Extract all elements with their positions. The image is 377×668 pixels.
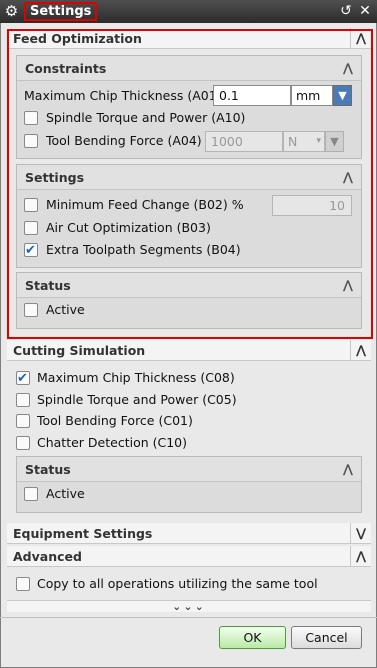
chevron-up-icon[interactable]: ⋀ — [350, 340, 371, 361]
group-cs-status-header[interactable]: Status ⋀ — [17, 457, 361, 482]
more-chevrons-icon[interactable]: ⌄⌄⌄ — [7, 600, 371, 613]
reset-icon[interactable]: ↺ — [338, 3, 354, 20]
window-title: Settings — [24, 2, 98, 21]
cs-item-label: Tool Bending Force (C01) — [37, 413, 193, 428]
cs-tool-bending-checkbox[interactable] — [16, 414, 30, 428]
group-title: Status — [25, 462, 71, 477]
footer-divider — [0, 617, 377, 618]
section-advanced-header[interactable]: Advanced ⋀ — [7, 546, 371, 567]
cancel-button[interactable]: Cancel — [291, 626, 362, 649]
cs-item-label: Spindle Torque and Power (C05) — [37, 392, 237, 407]
chevron-down-icon[interactable]: ⋁ — [350, 523, 371, 544]
chevron-up-icon[interactable]: ⋀ — [350, 546, 371, 567]
feed-optimization-highlight — [7, 29, 373, 339]
close-icon[interactable]: ✕ — [357, 3, 373, 20]
cs-max-chip-checkbox[interactable] — [16, 369, 30, 389]
ok-button[interactable]: OK — [219, 626, 286, 649]
section-equipment-settings-header[interactable]: Equipment Settings ⋁ — [7, 523, 371, 544]
cs-chatter-checkbox[interactable] — [16, 436, 30, 450]
cs-spindle-checkbox[interactable] — [16, 393, 30, 407]
copy-all-checkbox[interactable] — [16, 577, 30, 591]
section-title: Cutting Simulation — [13, 343, 146, 358]
copy-all-label: Copy to all operations utilizing the sam… — [37, 576, 318, 591]
section-cutting-simulation-header[interactable]: Cutting Simulation ⋀ — [7, 340, 371, 361]
gear-icon[interactable]: ⚙ — [3, 3, 20, 20]
cs-active-checkbox[interactable] — [24, 487, 38, 501]
chevron-up-icon[interactable]: ⋀ — [343, 457, 353, 482]
title-bar: ⚙ Settings ↺ ✕ — [0, 0, 377, 23]
cs-active-label: Active — [46, 486, 85, 501]
cs-item-label: Maximum Chip Thickness (C08) — [37, 370, 235, 385]
section-title: Equipment Settings — [13, 526, 153, 541]
section-title: Advanced — [13, 549, 82, 564]
cs-item-label: Chatter Detection (C10) — [37, 435, 187, 450]
